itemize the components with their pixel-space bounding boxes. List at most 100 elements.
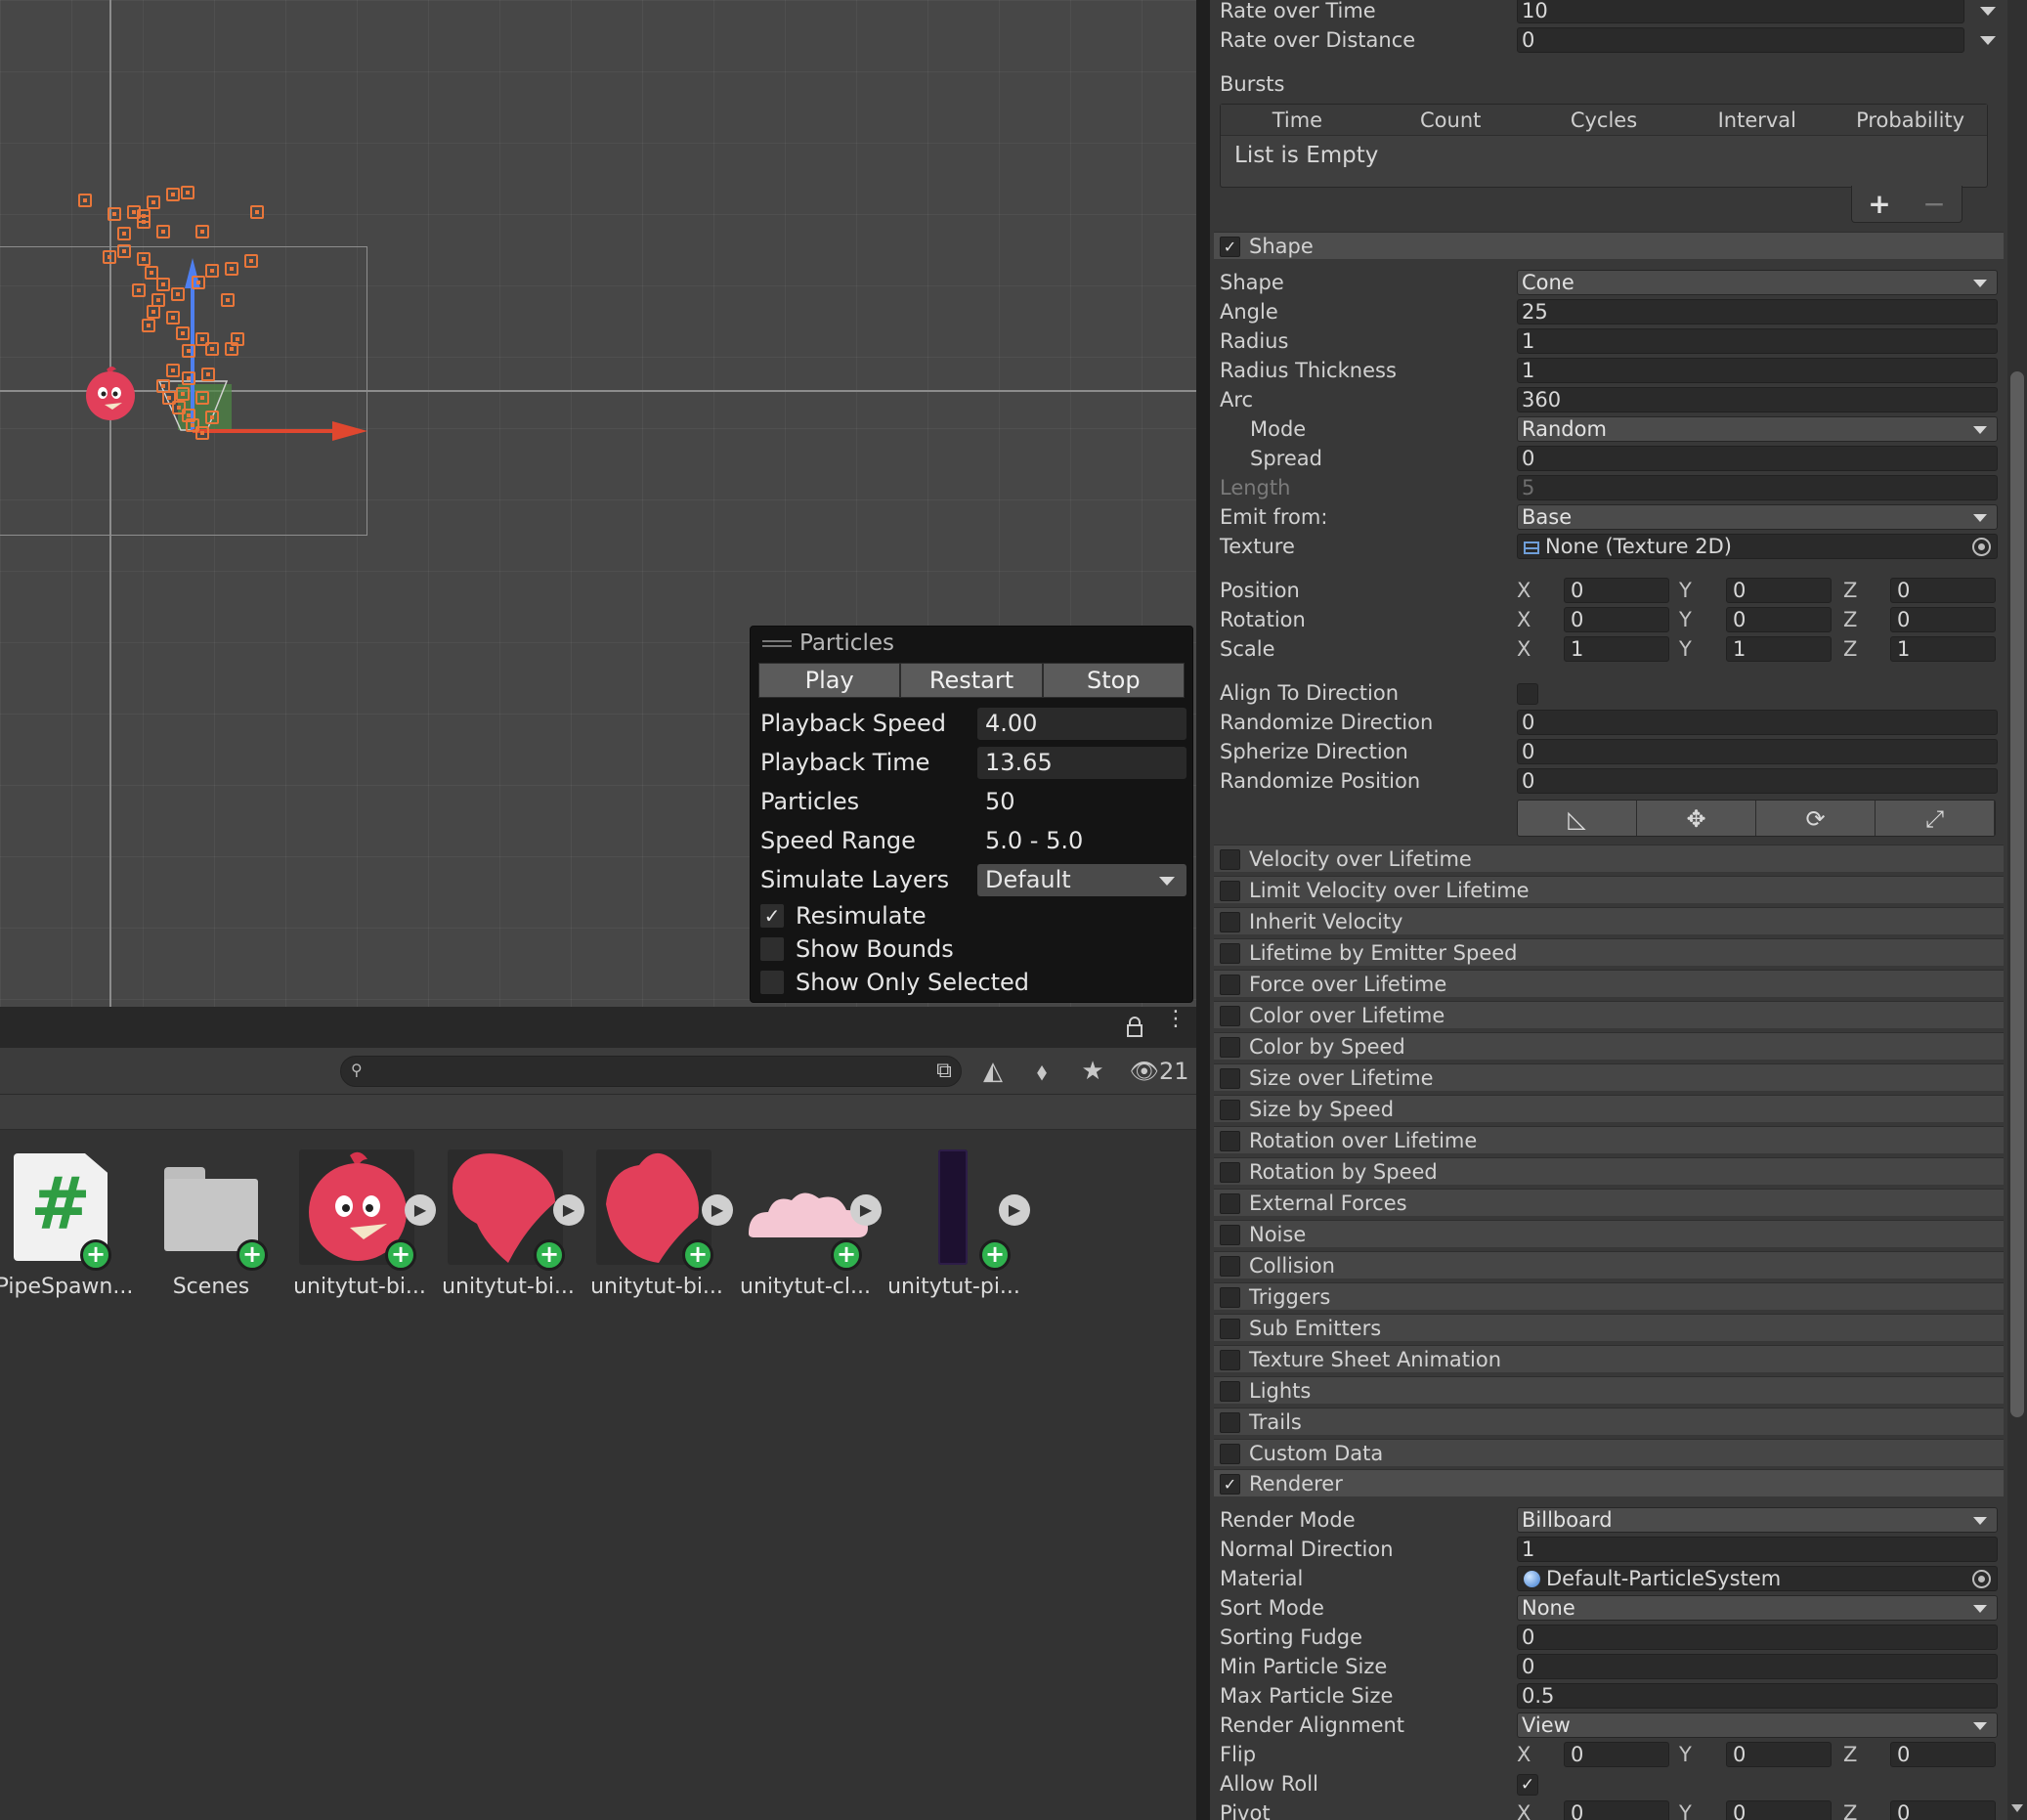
position-x-field[interactable]: 0 [1564,578,1669,603]
align-to-direction-checkbox[interactable] [1517,683,1538,705]
rotation-x-field[interactable]: 0 [1564,607,1669,632]
module-header[interactable]: Force over Lifetime [1214,970,2004,997]
max-particle-size-field[interactable]: 0.5 [1517,1683,1998,1709]
add-to-scene-icon[interactable]: + [831,1239,862,1271]
sort-mode-dropdown[interactable]: None [1517,1595,1998,1621]
module-header[interactable]: Collision [1214,1251,2004,1278]
overlay-title-bar[interactable]: Particles [751,627,1192,661]
module-enabled-checkbox[interactable] [1220,1319,1240,1339]
module-enabled-checkbox[interactable] [1220,1350,1240,1370]
scale-tool-icon[interactable]: ⤢ [1876,801,1995,836]
position-y-field[interactable]: 0 [1726,578,1832,603]
module-header[interactable]: Triggers [1214,1282,2004,1310]
radius-thickness-field[interactable]: 1 [1517,358,1998,383]
material-object-field[interactable]: Default-ParticleSystem [1517,1566,1998,1591]
module-enabled-checkbox[interactable] [1220,1162,1240,1183]
edit-shape-icon[interactable]: ◺ [1518,801,1637,836]
module-header[interactable]: Color over Lifetime [1214,1001,2004,1028]
show-only-selected-checkbox[interactable] [760,971,784,994]
angle-field[interactable]: 25 [1517,299,1998,325]
play-preview-icon[interactable]: ▶ [999,1194,1030,1226]
show-bounds-checkbox[interactable] [760,937,784,961]
asset-item[interactable]: ▶ + unitytut-bi... [434,1149,584,1306]
search-input[interactable]: ⚲ [340,1056,962,1087]
radius-field[interactable]: 1 [1517,328,1998,354]
module-header[interactable]: Trails [1214,1408,2004,1435]
stop-button[interactable]: Stop [1042,663,1185,698]
asset-item[interactable]: + Scenes [137,1149,285,1306]
module-enabled-checkbox[interactable] [1220,1225,1240,1245]
rate-over-time-field[interactable]: 10 [1517,0,1964,23]
module-enabled-checkbox[interactable] [1220,1444,1240,1464]
playback-time-field[interactable]: 13.65 [977,746,1186,779]
bursts-list[interactable]: Time Count Cycles Interval Probability L… [1220,104,1988,188]
module-header[interactable]: Rotation by Speed [1214,1157,2004,1185]
rotation-z-field[interactable]: 0 [1890,607,1996,632]
module-header[interactable]: Texture Sheet Animation [1214,1345,2004,1372]
pivot-y-field[interactable]: 0 [1726,1800,1832,1820]
rate-over-distance-field[interactable]: 0 [1517,27,1964,53]
module-enabled-checkbox[interactable] [1220,1006,1240,1026]
texture-object-field[interactable]: None (Texture 2D) [1517,534,1998,559]
scale-z-field[interactable]: 1 [1890,636,1996,662]
asset-item[interactable]: # + PipeSpawn... [0,1149,139,1306]
module-header[interactable]: Lights [1214,1376,2004,1404]
pivot-x-field[interactable]: 0 [1564,1800,1669,1820]
module-header[interactable]: Custom Data [1214,1439,2004,1466]
play-preview-icon[interactable]: ▶ [702,1194,733,1226]
module-header[interactable]: Noise [1214,1220,2004,1247]
play-preview-icon[interactable]: ▶ [405,1194,436,1226]
resimulate-checkbox[interactable]: ✓ [760,904,784,928]
object-picker-icon[interactable] [1972,1570,1991,1588]
add-to-scene-icon[interactable]: + [385,1239,416,1271]
asset-item[interactable]: ▶ + unitytut-bi... [582,1149,733,1306]
scrollbar-thumb[interactable] [2010,371,2024,1417]
min-particle-size-field[interactable]: 0 [1517,1654,1998,1679]
add-to-scene-icon[interactable]: + [237,1239,268,1271]
remove-burst-button[interactable]: − [1922,188,1945,220]
module-enabled-checkbox[interactable] [1220,1193,1240,1214]
module-enabled-checkbox[interactable] [1220,881,1240,901]
arc-spread-field[interactable]: 0 [1517,446,1998,471]
asset-item[interactable]: ▶ + unitytut-pi... [880,1149,1030,1306]
more-options-icon[interactable]: ⋮ [1165,1009,1186,1030]
filter-by-label-icon[interactable]: ⬧ [1020,1056,1063,1087]
curve-mode-dropdown-icon[interactable] [1980,36,1996,45]
bird-sprite[interactable] [83,364,140,424]
pane-splitter[interactable] [1196,0,1210,1820]
object-picker-icon[interactable] [1972,538,1991,556]
module-enabled-checkbox[interactable] [1220,1037,1240,1058]
filter-by-type-icon[interactable]: ◭ [971,1056,1014,1087]
arc-field[interactable]: 360 [1517,387,1998,412]
rotate-tool-icon[interactable]: ⟳ [1756,801,1876,836]
play-preview-icon[interactable]: ▶ [850,1194,882,1226]
module-enabled-checkbox[interactable] [1220,1287,1240,1308]
flip-y-field[interactable]: 0 [1726,1742,1832,1767]
simulate-layers-dropdown[interactable]: Default [977,863,1186,896]
add-to-scene-icon[interactable]: + [979,1239,1011,1271]
module-enabled-checkbox[interactable] [1220,912,1240,932]
render-alignment-dropdown[interactable]: View [1517,1712,1998,1738]
module-enabled-checkbox[interactable]: ✓ [1220,1474,1240,1495]
module-enabled-checkbox[interactable] [1220,1256,1240,1277]
add-to-scene-icon[interactable]: + [682,1239,713,1271]
restart-button[interactable]: Restart [900,663,1043,698]
module-header[interactable]: Color by Speed [1214,1032,2004,1060]
flip-x-field[interactable]: 0 [1564,1742,1669,1767]
randomize-direction-field[interactable]: 0 [1517,710,1998,735]
module-header[interactable]: Sub Emitters [1214,1314,2004,1341]
pivot-z-field[interactable]: 0 [1890,1800,1996,1820]
module-header[interactable]: Velocity over Lifetime [1214,845,2004,872]
shape-dropdown[interactable]: Cone [1517,270,1998,295]
module-header[interactable]: Limit Velocity over Lifetime [1214,876,2004,903]
module-header-renderer[interactable]: ✓ Renderer [1214,1469,2004,1496]
add-to-scene-icon[interactable]: + [534,1239,565,1271]
position-z-field[interactable]: 0 [1890,578,1996,603]
inspector-scrollbar[interactable] [2007,0,2027,1820]
scale-x-field[interactable]: 1 [1564,636,1669,662]
module-header[interactable]: Inherit Velocity [1214,907,2004,934]
asset-item[interactable]: ▶ + unitytut-cl... [731,1149,882,1306]
playback-speed-field[interactable]: 4.00 [977,707,1186,740]
module-enabled-checkbox[interactable] [1220,1131,1240,1151]
module-enabled-checkbox[interactable] [1220,975,1240,995]
